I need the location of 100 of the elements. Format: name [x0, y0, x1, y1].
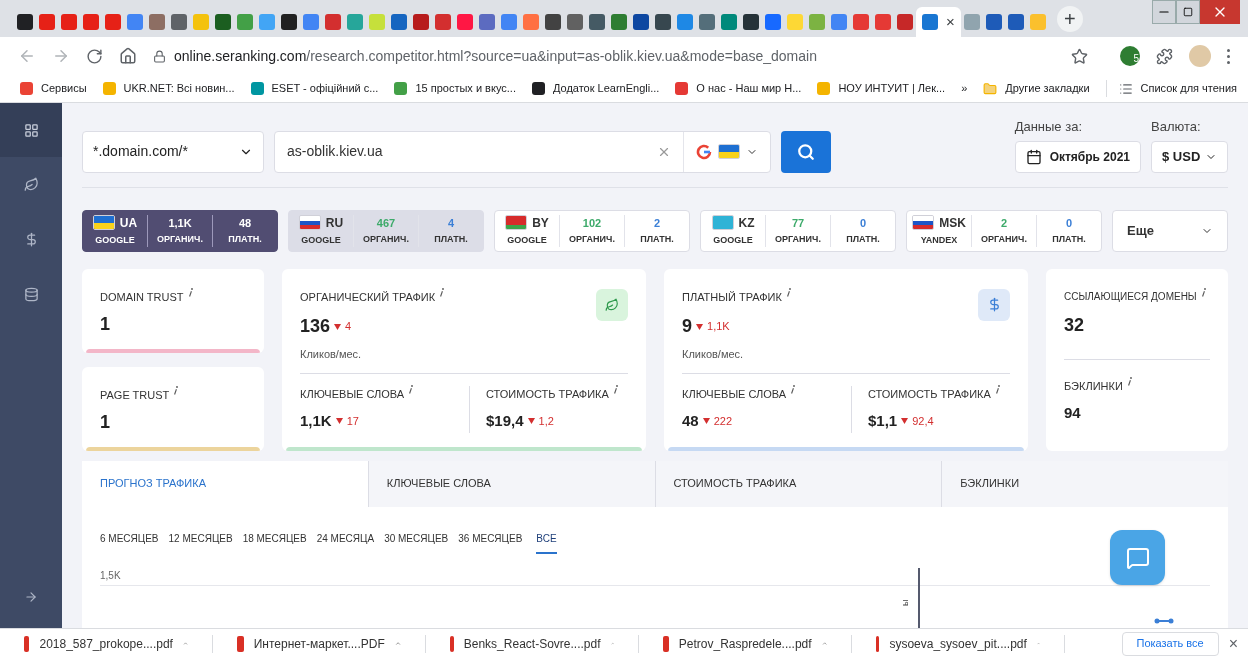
- home-icon[interactable]: [119, 47, 137, 65]
- info-icon[interactable]: [790, 385, 796, 395]
- delta-value: 92,4: [912, 414, 934, 429]
- delta-value: 1,2: [538, 414, 554, 429]
- period-tab[interactable]: 24 МЕСЯЦА: [316, 530, 375, 554]
- region-card[interactable]: KZ GOOGLE 77 ОРГАНИЧ. 0 ПЛАТН.: [700, 209, 896, 252]
- region-card[interactable]: BY GOOGLE 102 ОРГАНИЧ. 2 ПЛАТН.: [494, 209, 690, 252]
- download-item[interactable]: Интернет-маркет....PDF: [213, 634, 426, 653]
- grid-icon[interactable]: [23, 122, 39, 138]
- period-tab[interactable]: 6 МЕСЯЦЕВ: [100, 530, 159, 554]
- back-icon[interactable]: [18, 47, 36, 65]
- info-icon[interactable]: [187, 288, 193, 298]
- metric-title: КЛЮЧЕВЫЕ СЛОВА: [682, 386, 787, 402]
- period-tab[interactable]: 18 МЕСЯЦЕВ: [242, 530, 307, 554]
- info-icon[interactable]: [439, 288, 445, 298]
- tab-close[interactable]: ×: [946, 10, 955, 34]
- marker-label: ы: [899, 599, 912, 606]
- bookmark[interactable]: 15 простых и вкус...: [394, 80, 516, 97]
- legend-line-icon: [1154, 618, 1174, 624]
- chart-tab[interactable]: КЛЮЧЕВЫЕ СЛОВА: [367, 460, 655, 507]
- download-item[interactable]: Benks_React-Sovre....pdf: [426, 634, 639, 653]
- metric-value: 1,1K: [300, 411, 332, 431]
- chart-tab[interactable]: БЭКЛИНКИ: [941, 460, 1228, 507]
- metric-title: СТОИМОСТЬ ТРАФИКА: [486, 386, 609, 402]
- info-icon[interactable]: [173, 386, 179, 396]
- period-tab[interactable]: 36 МЕСЯЦЕВ: [458, 530, 523, 554]
- bookmark[interactable]: НОУ ИНТУИТ | Лек...: [817, 80, 946, 97]
- organic-count: 1,1K: [168, 215, 192, 231]
- other-bookmarks[interactable]: Другие закладки: [983, 80, 1090, 97]
- chat-button[interactable]: [1110, 530, 1165, 585]
- organic-label: ОРГАНИЧ.: [981, 233, 1027, 246]
- reading-list[interactable]: Список для чтения: [1105, 80, 1238, 97]
- extension-badge[interactable]: 5: [1120, 46, 1140, 66]
- domain-search-field[interactable]: as-oblik.kiev.ua: [274, 130, 771, 173]
- mode-select[interactable]: *.domain.com/*: [82, 130, 264, 173]
- google-logo-icon: [696, 143, 712, 160]
- region-card[interactable]: UA GOOGLE 1,1K ОРГАНИЧ. 48 ПЛАТН.: [82, 209, 278, 252]
- maximize-icon[interactable]: [1176, 0, 1200, 24]
- show-all-button[interactable]: Показать все: [1121, 631, 1219, 656]
- organic-count: 2: [1000, 215, 1008, 231]
- date-picker[interactable]: Октябрь 2021: [1014, 140, 1141, 173]
- paid-count: 0: [1065, 215, 1073, 231]
- download-item[interactable]: Petrov_Raspredele....pdf: [639, 634, 852, 653]
- region-code: KZ: [738, 214, 755, 232]
- download-item[interactable]: 2018_587_prokope....pdf: [0, 634, 213, 653]
- bookmark[interactable]: Додаток LearnEngli...: [531, 80, 660, 97]
- info-icon[interactable]: [785, 288, 791, 298]
- down-triangle-icon: [696, 323, 703, 330]
- region-card[interactable]: MSK YANDEX 2 ОРГАНИЧ. 0 ПЛАТН.: [906, 209, 1102, 252]
- close-downloads[interactable]: ×: [1218, 631, 1248, 656]
- more-bookmarks[interactable]: »: [961, 80, 968, 97]
- down-triangle-icon: [335, 418, 343, 425]
- flag-icon: [912, 215, 935, 231]
- minimize-icon[interactable]: [1152, 0, 1176, 24]
- chart-tab[interactable]: ПРОГНОЗ ТРАФИКА: [82, 460, 368, 507]
- extensions-icon[interactable]: [1156, 47, 1173, 65]
- down-triangle-icon: [334, 323, 342, 330]
- calendar-icon: [1025, 148, 1042, 165]
- info-icon[interactable]: [1200, 287, 1206, 297]
- forward-icon[interactable]: [52, 47, 70, 65]
- leaf-icon[interactable]: [23, 177, 39, 192]
- info-icon[interactable]: [408, 385, 414, 395]
- organic-label: ОРГАНИЧ.: [363, 233, 409, 246]
- paid-count: 0: [859, 215, 867, 231]
- menu-icon[interactable]: [1227, 48, 1230, 64]
- period-tab[interactable]: ВСЕ: [536, 530, 557, 554]
- bookmark[interactable]: ESET - офіційний с...: [250, 80, 379, 97]
- period-tab[interactable]: 12 МЕСЯЦЕВ: [168, 530, 233, 554]
- chat-icon: [1125, 545, 1150, 570]
- lock-icon: [153, 49, 166, 63]
- bookmark[interactable]: О нас - Наш мир Н...: [675, 80, 802, 97]
- period-tab[interactable]: 30 МЕСЯЦЕВ: [384, 530, 449, 554]
- reload-icon[interactable]: [86, 47, 103, 65]
- bookmark-star-icon[interactable]: [1071, 47, 1088, 65]
- pdf-file-icon: [876, 635, 880, 652]
- region-card[interactable]: RU GOOGLE 467 ОРГАНИЧ. 4 ПЛАТН.: [288, 209, 484, 252]
- metric-value: 94: [1064, 403, 1082, 423]
- info-icon[interactable]: [612, 385, 618, 395]
- download-item[interactable]: sysoeva_sysoev_pit....pdf: [852, 634, 1065, 653]
- organic-label: ОРГАНИЧ.: [157, 233, 203, 246]
- bookmark[interactable]: Сервисы: [20, 80, 87, 97]
- metric-title: ОРГАНИЧЕСКИЙ ТРАФИК: [300, 289, 436, 305]
- info-icon[interactable]: [1126, 377, 1132, 387]
- chart-tab[interactable]: СТОИМОСТЬ ТРАФИКА: [654, 460, 942, 507]
- paid-label: ПЛАТН.: [228, 233, 262, 246]
- unit-label: Кликов/мес.: [682, 347, 745, 362]
- currency-select[interactable]: $ USD: [1151, 140, 1228, 173]
- bookmark[interactable]: UKR.NET: Всі новин...: [102, 80, 235, 97]
- close-window-icon[interactable]: [1200, 0, 1240, 24]
- organic-count: 102: [582, 215, 602, 231]
- more-regions-select[interactable]: Еще: [1112, 209, 1228, 252]
- database-icon[interactable]: [23, 287, 39, 302]
- new-tab-button[interactable]: +: [1056, 5, 1083, 32]
- search-button[interactable]: [781, 130, 831, 173]
- paid-count: 2: [653, 215, 661, 231]
- info-icon[interactable]: [994, 385, 1000, 395]
- delta-value: 222: [713, 414, 733, 429]
- pdf-file-icon: [663, 635, 669, 652]
- metric-value: 48: [682, 411, 699, 431]
- active-browser-tab[interactable]: ×: [916, 7, 961, 37]
